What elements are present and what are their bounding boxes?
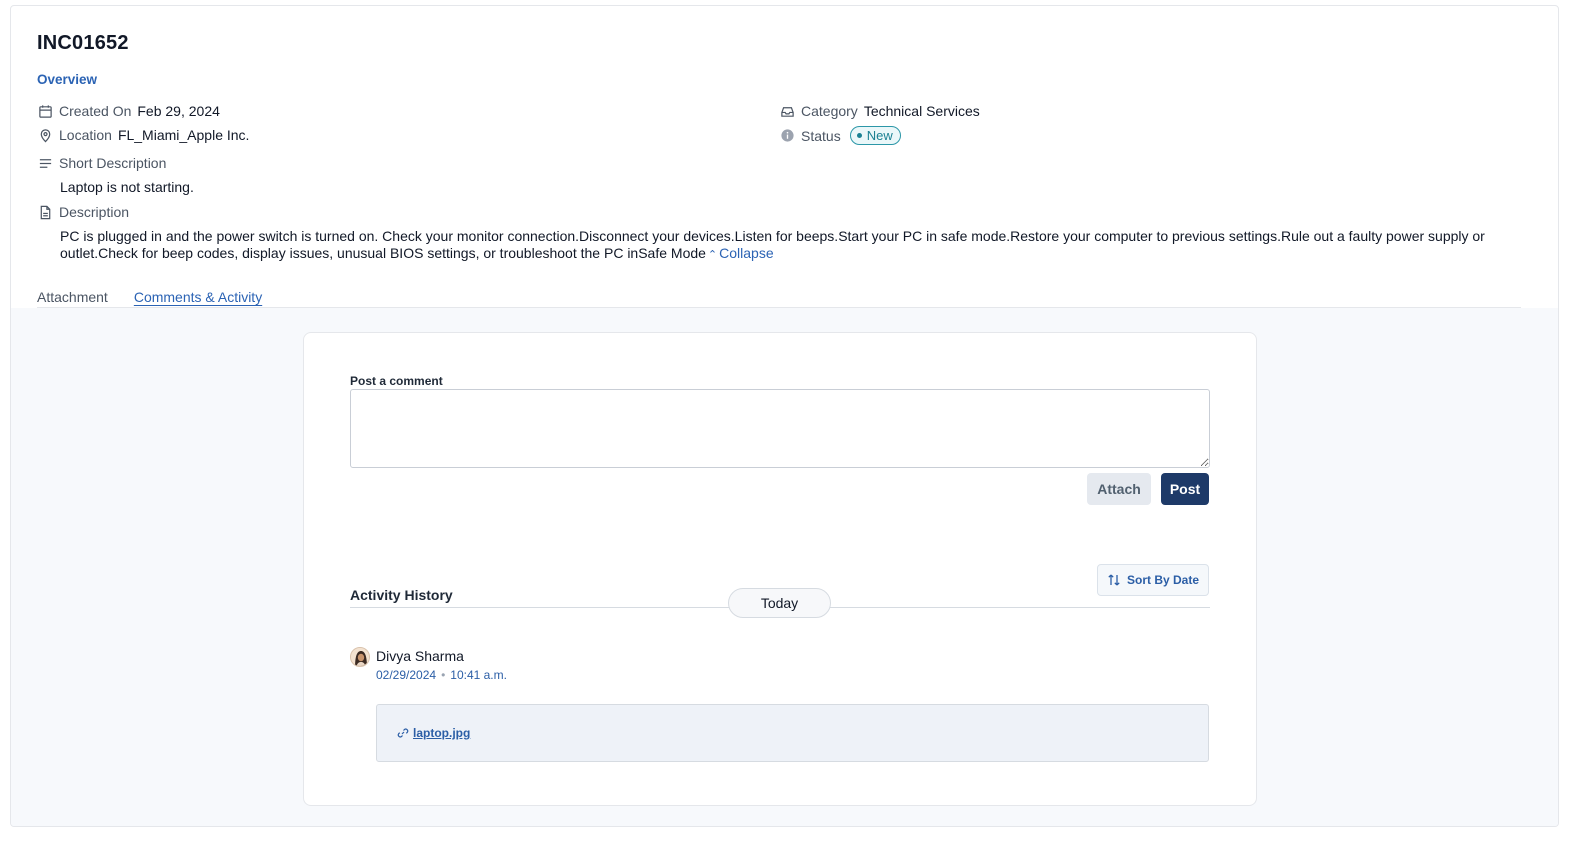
post-comment-label: Post a comment	[350, 374, 443, 388]
sort-arrows-icon	[1107, 573, 1121, 587]
location-value: FL_Miami_Apple Inc.	[117, 127, 250, 143]
activity-user-name: Divya Sharma	[376, 648, 464, 664]
comments-card: Post a comment Attach Post Sort By Date …	[303, 332, 1257, 806]
status-row: Status New	[779, 126, 901, 145]
attach-button[interactable]: Attach	[1087, 473, 1151, 505]
status-dot	[856, 133, 862, 138]
sort-label: Sort By Date	[1126, 573, 1200, 587]
lines-icon	[37, 155, 53, 171]
ticket-id: INC01652	[37, 32, 129, 54]
short-description-value: Laptop is not starting.	[60, 179, 194, 195]
tab-comments-activity[interactable]: Comments & Activity	[134, 289, 262, 305]
location-row: Location FL_Miami_Apple Inc.	[37, 127, 249, 143]
location-label: Location	[59, 127, 112, 143]
sort-by-date-button[interactable]: Sort By Date	[1097, 564, 1209, 596]
status-label: Status	[801, 127, 841, 144]
description-row: Description	[37, 204, 129, 220]
incident-panel: INC01652 Overview Created On Feb 29, 202…	[10, 5, 1559, 827]
category-row: Category Technical Services	[779, 103, 980, 119]
created-on-row: Created On Feb 29, 2024	[37, 103, 220, 119]
map-pin-icon	[37, 127, 53, 143]
dot-separator: •	[441, 668, 446, 682]
document-icon	[37, 204, 53, 220]
info-icon	[779, 128, 795, 144]
short-description-label: Short Description	[59, 155, 167, 171]
collapse-link[interactable]: ⌃ Collapse	[708, 245, 774, 261]
description-label: Description	[59, 204, 130, 220]
attachment-filename: laptop.jpg	[413, 726, 471, 740]
chevron-up-icon: ⌃	[707, 249, 718, 261]
date-separator-today: Today	[728, 588, 831, 618]
created-on-label: Created On	[59, 103, 132, 119]
link-icon	[397, 727, 409, 739]
status-value: New	[866, 128, 893, 143]
attachment-link[interactable]: laptop.jpg	[397, 726, 470, 740]
description-text: PC is plugged in and the power switch is…	[60, 228, 1505, 264]
short-description-row: Short Description	[37, 155, 166, 171]
post-button[interactable]: Post	[1161, 473, 1209, 505]
detail-tabs: Attachment Comments & Activity	[37, 289, 262, 305]
overview-link[interactable]: Overview	[37, 72, 97, 87]
activity-date: 02/29/2024	[376, 668, 437, 682]
collapse-label: Collapse	[719, 245, 774, 261]
activity-time: 10:41 a.m.	[450, 668, 507, 682]
category-label: Category	[801, 103, 858, 119]
category-value: Technical Services	[863, 103, 980, 119]
created-on-value: Feb 29, 2024	[137, 103, 220, 119]
status-badge: New	[849, 126, 901, 145]
comment-input[interactable]	[350, 389, 1210, 468]
inbox-icon	[779, 103, 795, 119]
activity-timestamp: 02/29/2024 • 10:41 a.m.	[376, 668, 507, 682]
activity-history-title: Activity History	[350, 587, 453, 603]
activity-attachment-box: laptop.jpg	[376, 704, 1209, 762]
avatar	[350, 647, 370, 667]
calendar-icon	[37, 103, 53, 119]
tab-attachment[interactable]: Attachment	[37, 289, 108, 305]
